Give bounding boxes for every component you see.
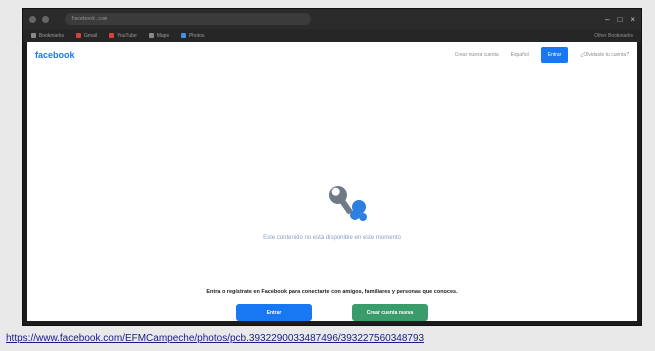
browser-window: facebook.com – □ × Bookmarks Gmail YouTu… xyxy=(22,8,642,326)
facebook-header: facebook Crear nueva cuenta Español Entr… xyxy=(27,42,637,68)
unavailable-message: Este contenido no está disponible en est… xyxy=(263,235,401,241)
bookmark-icon xyxy=(109,33,115,38)
header-nav: Crear nueva cuenta Español Entrar ¿Olvid… xyxy=(455,47,629,63)
close-icon[interactable]: × xyxy=(630,15,635,24)
bookmark-icon xyxy=(180,33,186,38)
bookmarks-bar: Bookmarks Gmail YouTube Maps Photos Othe… xyxy=(23,29,641,42)
login-prompt: Entra o regístrate en Facebook para cone… xyxy=(206,289,458,295)
bookmark-item[interactable]: Bookmarks xyxy=(31,33,64,39)
wrench-icon xyxy=(329,186,367,221)
create-account-button[interactable]: Crear cuenta nueva xyxy=(352,304,428,321)
language-link[interactable]: Español xyxy=(511,52,529,58)
bookmark-icon xyxy=(31,33,36,38)
facebook-logo[interactable]: facebook xyxy=(35,50,75,60)
source-url-caption[interactable]: https://www.facebook.com/EFMCampeche/pho… xyxy=(6,333,424,344)
bookmark-item[interactable]: Gmail xyxy=(76,33,97,39)
login-button[interactable]: Entrar xyxy=(236,304,312,321)
bookmark-item[interactable]: Maps xyxy=(148,33,169,39)
action-buttons: Entrar Crear cuenta nueva xyxy=(27,304,637,321)
bookmark-icon xyxy=(76,33,82,38)
tab-dot-icon[interactable] xyxy=(42,15,49,23)
window-controls: – □ × xyxy=(605,15,635,24)
browser-titlebar: facebook.com – □ × xyxy=(23,9,641,29)
header-login-button[interactable]: Entrar xyxy=(540,47,569,63)
create-account-link[interactable]: Crear nueva cuenta xyxy=(455,52,499,58)
page-viewport: facebook Crear nueva cuenta Español Entr… xyxy=(27,42,637,321)
tab-dot-icon[interactable] xyxy=(29,15,36,23)
maximize-icon[interactable]: □ xyxy=(617,15,622,24)
minimize-icon[interactable]: – xyxy=(605,15,609,24)
address-bar[interactable]: facebook.com xyxy=(65,13,311,25)
bookmark-item[interactable]: Photos xyxy=(180,33,205,39)
bookmark-item[interactable]: YouTube xyxy=(109,33,137,39)
forgot-account-link[interactable]: ¿Olvidaste tu cuenta? xyxy=(580,52,629,58)
bookmark-icon xyxy=(148,33,154,38)
other-bookmarks[interactable]: Other Bookmarks xyxy=(594,33,633,39)
